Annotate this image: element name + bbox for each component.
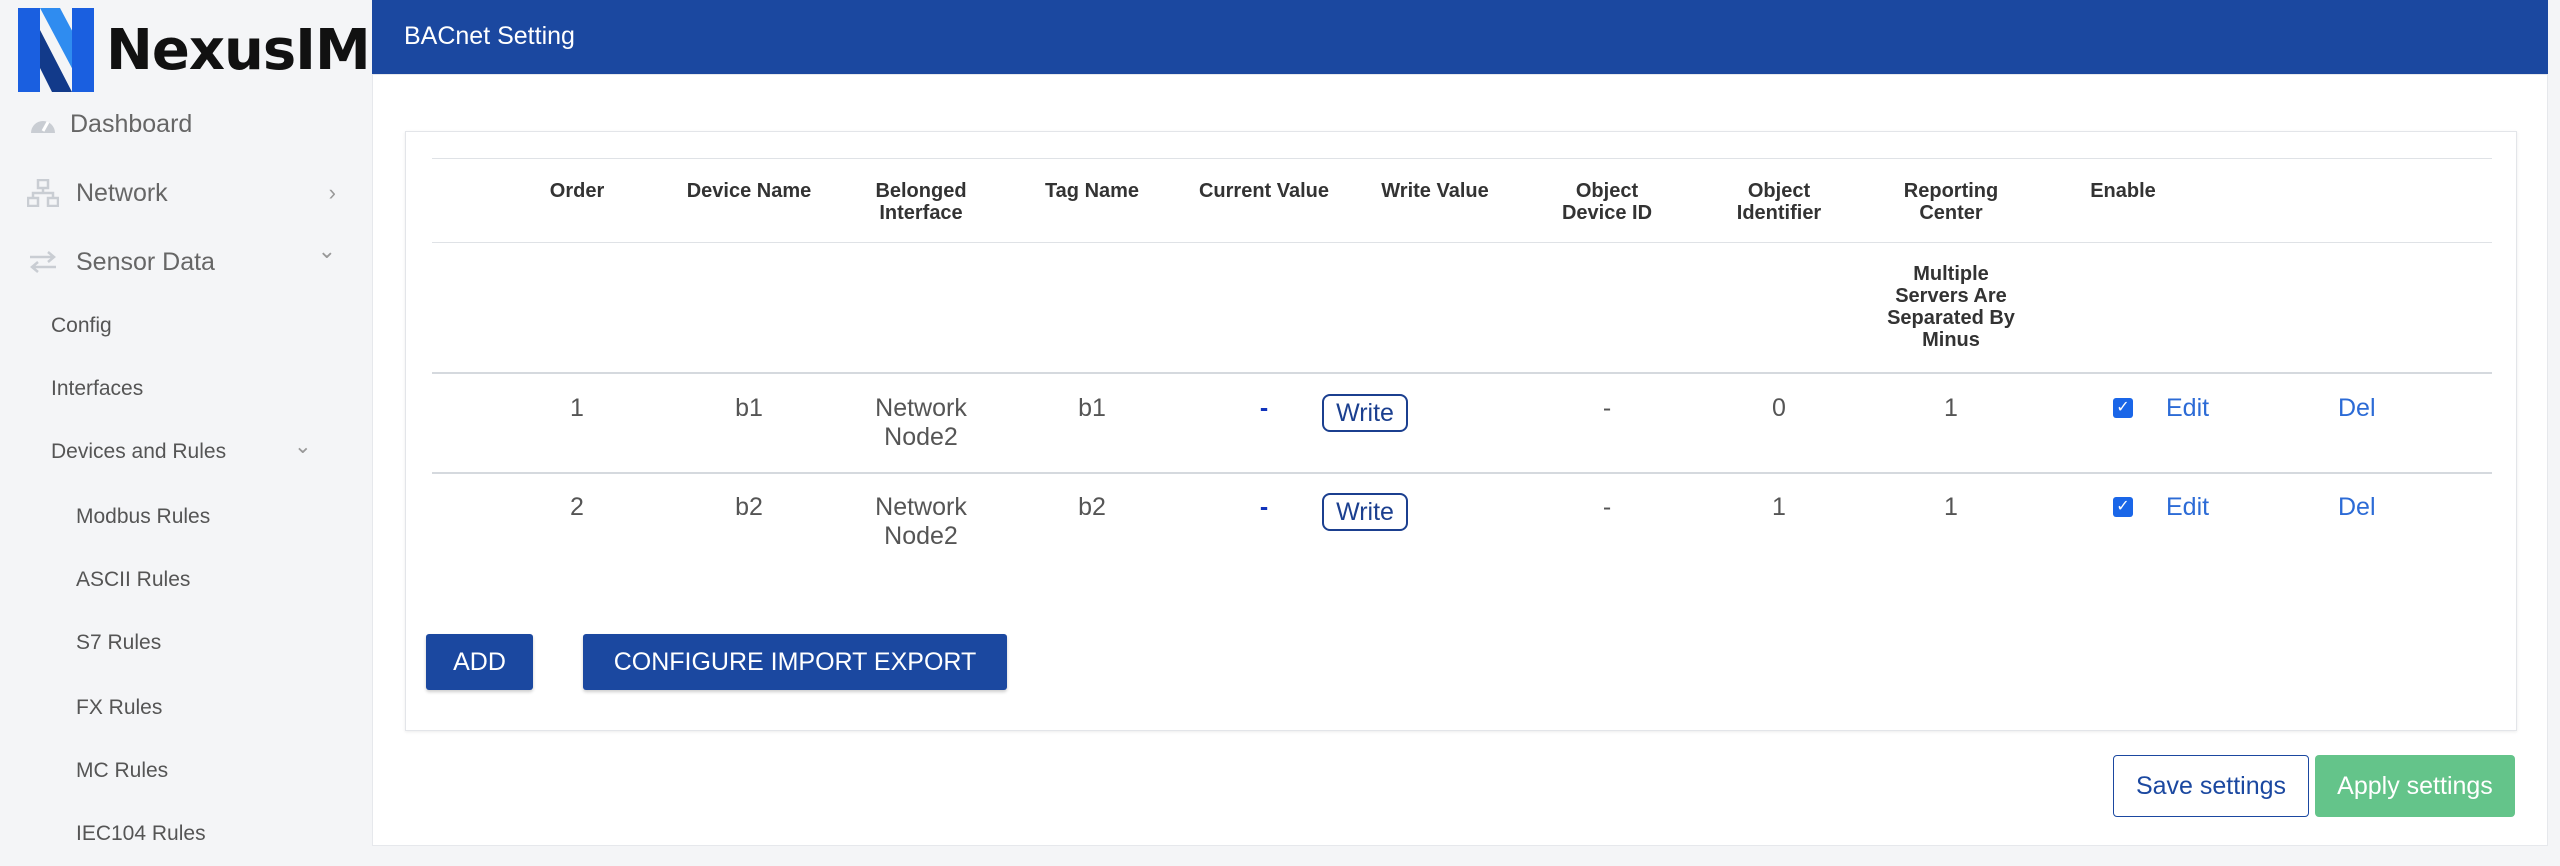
configure-import-export-button[interactable]: CONFIGURE IMPORT EXPORT (583, 634, 1007, 690)
cell-tag-name: b1 (1078, 394, 1106, 422)
add-button[interactable]: ADD (426, 634, 533, 690)
edit-link[interactable]: Edit (2166, 493, 2209, 522)
main-panel: Order Device Name Belonged Interface Tag… (372, 74, 2548, 846)
sidebar-item-s7-rules[interactable]: S7 Rules (76, 631, 161, 655)
row-divider (432, 472, 2492, 474)
cell-object-identifier: 1 (1772, 493, 1786, 521)
sidebar-item-interfaces[interactable]: Interfaces (51, 377, 143, 401)
cell-device-name: b2 (735, 493, 763, 521)
column-header-write-value: Write Value (1381, 180, 1489, 202)
note-line: Separated By (1887, 307, 2015, 329)
cell-object-identifier: 0 (1772, 394, 1786, 422)
cell-line: Network (875, 394, 967, 422)
cell-interface: Network Node2 (851, 493, 991, 551)
delete-link[interactable]: Del (2338, 493, 2376, 522)
sidebar-item-sensor-data[interactable]: Sensor Data ⌄ (0, 238, 372, 280)
brand-name: NexusIM (106, 17, 371, 83)
column-header-enable: Enable (2090, 180, 2156, 202)
sidebar-item-config[interactable]: Config (51, 314, 112, 338)
sidebar-item-iec104-rules[interactable]: IEC104 Rules (76, 822, 206, 846)
enable-checkbox[interactable]: ✓ (2113, 497, 2133, 517)
sidebar-item-fx-rules[interactable]: FX Rules (76, 696, 162, 720)
cell-order: 2 (570, 493, 584, 521)
header-line: Belonged (875, 180, 967, 202)
apply-settings-button[interactable]: Apply settings (2315, 755, 2515, 817)
sidebar-item-mc-rules[interactable]: MC Rules (76, 759, 168, 783)
logo: NexusIM (18, 8, 371, 92)
cell-tag-name: b2 (1078, 493, 1106, 521)
page-header: BACnet Setting (372, 0, 2548, 74)
column-header-reporting-center: Reporting Center (1881, 180, 2021, 224)
sidebar-item-network[interactable]: Network › (0, 175, 372, 211)
sidebar-item-modbus-rules[interactable]: Modbus Rules (76, 505, 210, 529)
chevron-right-icon: › (328, 180, 336, 205)
header-line: Center (1919, 202, 1983, 224)
header-line: Identifier (1736, 202, 1822, 224)
edit-link[interactable]: Edit (2166, 394, 2209, 423)
cell-current-value: - (1259, 493, 1269, 521)
header-line: Object (1747, 180, 1811, 202)
write-button[interactable]: Write (1322, 493, 1408, 531)
sidebar-item-label: Dashboard (70, 109, 193, 138)
body-divider (432, 372, 2492, 374)
note-line: Multiple (1913, 263, 1989, 285)
cell-line: Node2 (884, 423, 958, 451)
header-divider (432, 242, 2492, 243)
note-line: Minus (1922, 329, 1980, 351)
note-line: Servers Are (1895, 285, 2007, 307)
chevron-down-icon: ⌄ (317, 238, 336, 263)
swap-arrows-icon (26, 245, 60, 279)
cell-interface: Network Node2 (851, 394, 991, 452)
page-title: BACnet Setting (404, 22, 575, 50)
network-icon (26, 176, 60, 210)
cell-current-value: - (1259, 394, 1269, 422)
chevron-down-icon: ⌄ (294, 435, 312, 458)
cell-order: 1 (570, 394, 584, 422)
nexus-logo-icon (18, 8, 94, 92)
sidebar-item-dashboard[interactable]: Dashboard (0, 106, 372, 142)
column-header-current-value: Current Value (1198, 180, 1330, 202)
sidebar-item-ascii-rules[interactable]: ASCII Rules (76, 568, 190, 592)
cell-object-device-id: - (1602, 394, 1612, 422)
cell-object-device-id: - (1602, 493, 1612, 521)
cell-line: Node2 (884, 522, 958, 550)
column-header-device-name: Device Name (686, 180, 812, 202)
reporting-center-note: Multiple Servers Are Separated By Minus (1881, 263, 2021, 351)
save-settings-button[interactable]: Save settings (2113, 755, 2309, 817)
column-header-belonged-interface: Belonged Interface (851, 180, 991, 224)
write-button[interactable]: Write (1322, 394, 1408, 432)
column-header-object-identifier: Object Identifier (1709, 180, 1849, 224)
header-line: Interface (879, 202, 963, 224)
column-header-tag-name: Tag Name (1044, 180, 1140, 202)
sidebar-item-label: Network (76, 178, 168, 207)
header-line: Device ID (1561, 202, 1653, 224)
bacnet-table-card: Order Device Name Belonged Interface Tag… (405, 131, 2517, 731)
enable-checkbox[interactable]: ✓ (2113, 398, 2133, 418)
column-header-object-device-id: Object Device ID (1537, 180, 1677, 224)
cell-reporting-center: 1 (1944, 394, 1958, 422)
cell-reporting-center: 1 (1944, 493, 1958, 521)
cell-line: Network (875, 493, 967, 521)
table-top-divider (432, 158, 2492, 159)
header-line: Reporting (1903, 180, 1999, 202)
delete-link[interactable]: Del (2338, 394, 2376, 423)
column-header-order: Order (549, 180, 605, 202)
speedometer-icon (26, 107, 60, 141)
sidebar-item-devices-and-rules[interactable]: Devices and Rules (51, 440, 226, 464)
sidebar-item-label: Sensor Data (76, 247, 215, 276)
sidebar: NexusIM Dashboard Network › Sensor Data … (0, 0, 372, 866)
header-line: Object (1575, 180, 1639, 202)
cell-device-name: b1 (735, 394, 763, 422)
